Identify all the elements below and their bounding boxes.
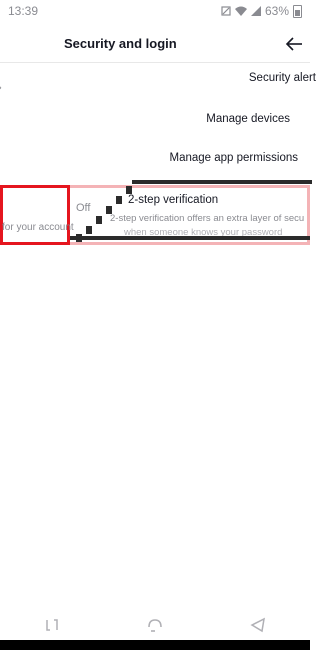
app-permissions-label: Manage app permissions bbox=[169, 152, 299, 164]
app-permissions-item[interactable]: Manage app permissions bbox=[170, 152, 299, 164]
two-step-title: 2-step verification bbox=[128, 194, 219, 206]
home-icon bbox=[148, 619, 162, 632]
system-nav-bar bbox=[0, 610, 310, 640]
page-title: Security and login bbox=[64, 36, 177, 51]
header: Security and login bbox=[0, 24, 310, 64]
nav-back-button[interactable] bbox=[244, 611, 272, 639]
recent-apps-button[interactable] bbox=[38, 611, 66, 639]
battery-percent: 63% bbox=[264, 4, 289, 18]
status-icons: 63% bbox=[221, 4, 302, 18]
status-bar: 13:39 63% bbox=[0, 0, 310, 24]
arrow-right-icon bbox=[285, 37, 302, 51]
header-divider bbox=[0, 62, 310, 63]
glitch-bar-bottom bbox=[70, 236, 310, 240]
mute-icon bbox=[221, 6, 231, 16]
two-step-description: 2-step verification offers an extra laye… bbox=[110, 213, 305, 224]
back-triangle-icon bbox=[250, 617, 266, 633]
status-time: 13:39 bbox=[8, 4, 39, 18]
recent-apps-icon bbox=[45, 619, 58, 631]
signal-icon bbox=[250, 6, 261, 16]
battery-icon bbox=[293, 4, 302, 18]
home-button[interactable] bbox=[141, 611, 169, 639]
manage-devices-item[interactable]: Manage devices bbox=[206, 113, 290, 125]
two-step-account-text: for your account bbox=[2, 222, 74, 233]
back-button[interactable] bbox=[278, 28, 310, 60]
glitch-bar-top bbox=[132, 180, 312, 184]
security-alerts-item[interactable]: Security alert bbox=[249, 72, 316, 84]
wifi-icon bbox=[234, 6, 247, 16]
two-step-highlight bbox=[0, 185, 70, 245]
security-alerts-label: Security alert bbox=[248, 72, 316, 84]
manage-devices-label: Manage devices bbox=[206, 113, 290, 125]
chevron-icon: › bbox=[0, 82, 2, 94]
bottom-black-strip bbox=[0, 640, 310, 650]
